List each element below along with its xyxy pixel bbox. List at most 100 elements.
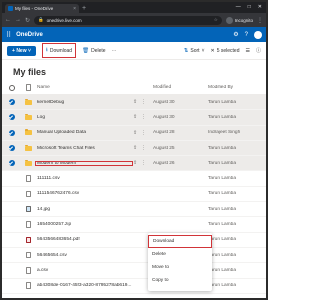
reload-icon[interactable]: ↻ bbox=[25, 17, 30, 24]
table-row[interactable]: 5643566483654.pdfSeptember 6Tarun Lamba bbox=[2, 233, 266, 248]
window-controls: — □ ✕ bbox=[236, 2, 266, 13]
onedrive-header: ⠿ OneDrive ⚙ ? bbox=[2, 27, 266, 42]
file-type-header-icon bbox=[25, 84, 31, 91]
table-row[interactable]: 1654000257.zip Tarun Lamba bbox=[2, 217, 266, 233]
table-row[interactable]: a.csvSeptember 6Tarun Lamba bbox=[2, 263, 266, 279]
address-bar-row: ← → ↻ 🔒 onedrive.live.com ☆ Incognito ⋮ bbox=[2, 13, 266, 27]
context-menu-move-to[interactable]: Move to bbox=[148, 261, 212, 274]
download-button[interactable]: ⭳ Download bbox=[41, 43, 77, 58]
context-menu-download[interactable]: Download bbox=[148, 235, 212, 248]
table-row[interactable]: Modern to Modern ⇪ ⋮ August 26 Tarun Lamba bbox=[2, 156, 266, 172]
browser-tab[interactable]: My files - OneDrive × bbox=[5, 4, 79, 13]
column-header-modified-by[interactable]: Modified By bbox=[208, 85, 266, 90]
share-icon[interactable]: ⇪ bbox=[133, 160, 137, 166]
bookmark-star-icon[interactable]: ☆ bbox=[214, 17, 218, 23]
download-label: Download bbox=[49, 47, 73, 54]
modified-by: Indrajeet Singh bbox=[208, 130, 241, 136]
avatar[interactable] bbox=[254, 30, 262, 39]
table-row[interactable]: 14.jpg Tarun Lamba bbox=[2, 202, 266, 218]
address-input[interactable]: 🔒 onedrive.live.com ☆ bbox=[34, 15, 222, 25]
incognito-indicator[interactable]: Incognito bbox=[225, 16, 253, 24]
app-launcher-icon[interactable]: ⠿ bbox=[6, 31, 11, 39]
row-checkbox-checked[interactable] bbox=[8, 114, 15, 121]
table-row[interactable]: 56465654.csvSeptember 8Tarun Lamba bbox=[2, 248, 266, 264]
table-row[interactable]: Microsoft Teams Chat Files ⇪ ⋮ August 25 Tar… bbox=[2, 140, 266, 157]
context-menu-delete[interactable]: Delete bbox=[148, 248, 212, 261]
more-actions-icon[interactable]: ⋮ bbox=[141, 114, 146, 120]
close-tab-icon[interactable]: × bbox=[73, 6, 76, 12]
context-menu-copy-to[interactable]: Copy to bbox=[148, 274, 212, 287]
file-name[interactable]: ab4308de-0167-45f3-a320-8795278ab619... bbox=[35, 283, 133, 288]
file-name[interactable]: a.csv bbox=[35, 268, 133, 273]
view-options-icon[interactable]: ☰ bbox=[246, 48, 250, 54]
selection-count[interactable]: ✕ 5 selected bbox=[211, 48, 240, 54]
sort-button[interactable]: ⇅ Sort ˅ bbox=[184, 48, 205, 54]
file-name[interactable]: 1654000257.zip bbox=[35, 222, 133, 227]
modified-date: August 30 bbox=[153, 114, 175, 120]
forward-icon[interactable]: → bbox=[15, 17, 21, 23]
command-bar: + New ˅ ⭳ Download 🗑 Delete ⋯ ⇅ Sort ˅ ✕… bbox=[2, 42, 266, 60]
download-icon: ⭳ bbox=[45, 47, 48, 53]
file-icon bbox=[25, 175, 31, 182]
maximize-icon[interactable]: □ bbox=[248, 2, 251, 13]
file-name[interactable]: 1111546762476.csv bbox=[35, 191, 133, 196]
onedrive-favicon-icon bbox=[8, 6, 13, 11]
table-row[interactable]: kernelDebug ⇪ ⋮ August 30 Tarun Lamba bbox=[2, 95, 266, 111]
delete-button[interactable]: 🗑 Delete bbox=[82, 48, 105, 54]
sort-label: Sort bbox=[190, 47, 200, 54]
modified-by: Tarun Lamba bbox=[208, 222, 236, 228]
more-options-icon[interactable]: ⋯ bbox=[112, 48, 117, 54]
column-header-name[interactable]: Name bbox=[35, 85, 133, 90]
row-checkbox-checked[interactable] bbox=[8, 160, 15, 167]
modified-by: Tarun Lamba bbox=[208, 114, 236, 120]
share-icon[interactable]: ⇪ bbox=[133, 145, 137, 151]
file-name[interactable]: Modern to Modern bbox=[35, 160, 133, 166]
file-name[interactable]: Log bbox=[35, 115, 133, 120]
table-row[interactable]: 1111546762476.csv Tarun Lamba bbox=[2, 187, 266, 203]
settings-gear-icon[interactable]: ⚙ bbox=[233, 31, 238, 38]
column-header-modified[interactable]: Modified bbox=[153, 85, 208, 90]
file-name[interactable]: 56465654.csv bbox=[35, 253, 133, 258]
lock-icon: 🔒 bbox=[38, 17, 44, 22]
more-actions-icon[interactable]: ⋮ bbox=[141, 130, 146, 136]
help-icon[interactable]: ? bbox=[245, 32, 248, 38]
modified-by: Tarun Lamba bbox=[208, 145, 236, 151]
file-name[interactable]: 111111.csv bbox=[35, 176, 133, 181]
chevron-down-icon: ˅ bbox=[26, 47, 31, 54]
command-bar-right: ⇅ Sort ˅ ✕ 5 selected ☰ ⓘ bbox=[184, 47, 261, 55]
share-icon[interactable]: ⇪ bbox=[133, 130, 137, 136]
table-row[interactable]: Log ⇪ ⋮ August 30 Tarun Lamba bbox=[2, 110, 266, 126]
browser-menu-icon[interactable]: ⋮ bbox=[257, 17, 263, 24]
selection-count-label: 5 selected bbox=[216, 47, 240, 54]
file-icon bbox=[25, 251, 31, 259]
file-list: Name Modified Modified By kernelDebug ⇪ ⋮ A… bbox=[2, 81, 266, 294]
table-row[interactable]: 111111.csv Tarun Lamba bbox=[2, 171, 266, 187]
file-name[interactable]: Manual Uploaded Data bbox=[35, 130, 133, 135]
app-name[interactable]: OneDrive bbox=[16, 32, 43, 38]
table-row[interactable]: Manual Uploaded Data ⇪ ⋮ August 28 Indrajeet… bbox=[2, 125, 266, 141]
share-icon[interactable]: ⇪ bbox=[133, 99, 137, 105]
file-name[interactable]: Microsoft Teams Chat Files bbox=[35, 146, 133, 151]
select-all-checkbox[interactable] bbox=[8, 84, 15, 91]
info-icon[interactable]: ⓘ bbox=[256, 47, 261, 54]
more-actions-icon[interactable]: ⋮ bbox=[141, 99, 146, 105]
modified-date: August 26 bbox=[153, 160, 175, 166]
close-window-icon[interactable]: ✕ bbox=[258, 2, 262, 13]
minimize-icon[interactable]: — bbox=[236, 2, 241, 13]
more-actions-icon[interactable]: ⋮ bbox=[141, 145, 146, 151]
back-icon[interactable]: ← bbox=[5, 17, 11, 23]
new-button[interactable]: + New ˅ bbox=[7, 45, 36, 56]
table-row[interactable]: ab4308de-0167-45f3-a320-8795278ab619...S… bbox=[2, 279, 266, 294]
folder-icon bbox=[24, 98, 32, 105]
url-text: onedrive.live.com bbox=[46, 17, 82, 23]
more-actions-icon[interactable]: ⋮ bbox=[141, 160, 146, 166]
file-name[interactable]: 14.jpg bbox=[35, 207, 133, 212]
new-tab-icon[interactable]: + bbox=[82, 4, 86, 13]
share-icon[interactable]: ⇪ bbox=[133, 114, 137, 120]
row-checkbox-checked[interactable] bbox=[8, 129, 15, 136]
row-checkbox-checked[interactable] bbox=[8, 145, 15, 152]
file-name[interactable]: 5643566483654.pdf bbox=[35, 237, 133, 242]
file-name[interactable]: kernelDebug bbox=[35, 100, 133, 105]
clear-selection-icon[interactable]: ✕ bbox=[211, 48, 215, 54]
row-checkbox-checked[interactable] bbox=[8, 99, 15, 106]
